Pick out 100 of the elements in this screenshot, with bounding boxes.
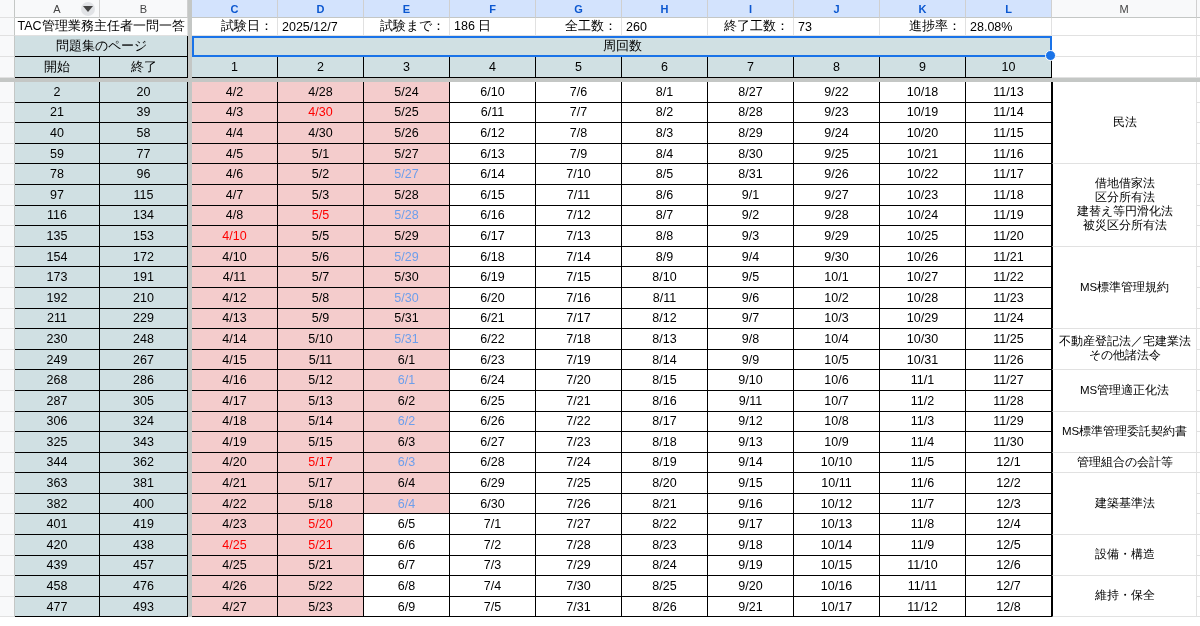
date-cell: 6/20: [450, 287, 536, 309]
header-cell: 4: [450, 57, 536, 78]
row-header[interactable]: [0, 432, 15, 453]
column-header[interactable]: L: [966, 0, 1052, 18]
row-header[interactable]: [0, 329, 15, 350]
column-header[interactable]: H: [622, 0, 708, 18]
row-header[interactable]: [0, 390, 15, 412]
row-header[interactable]: [0, 36, 15, 57]
header-cell: 10: [966, 57, 1052, 78]
row-header[interactable]: [0, 102, 15, 124]
table-cell: 268: [15, 370, 100, 391]
table-cell: 58: [100, 123, 188, 144]
row-header[interactable]: [0, 411, 15, 433]
date-cell: 10/1: [794, 267, 880, 288]
row-header[interactable]: [0, 473, 15, 494]
date-cell: 11/29: [966, 411, 1052, 433]
row-header[interactable]: [0, 18, 15, 36]
date-cell: 5/12: [278, 370, 364, 391]
column-header[interactable]: D: [278, 0, 364, 18]
date-cell: 8/1: [622, 82, 708, 103]
table-cell: 477: [15, 596, 100, 618]
row-header[interactable]: [0, 308, 15, 330]
date-cell: 11/25: [966, 329, 1052, 350]
column-header[interactable]: K: [880, 0, 966, 18]
date-cell: 7/11: [536, 184, 622, 206]
date-cell: 7/16: [536, 287, 622, 309]
column-header[interactable]: C: [192, 0, 278, 18]
row-header[interactable]: [0, 576, 15, 597]
date-cell: 5/25: [364, 102, 450, 124]
date-cell: 5/29: [364, 246, 450, 268]
date-cell: 8/4: [622, 143, 708, 165]
date-cell: 11/9: [880, 535, 966, 556]
date-cell: 10/16: [794, 576, 880, 597]
date-cell: 8/29: [708, 123, 794, 144]
row-header[interactable]: [0, 514, 15, 536]
date-cell: 7/26: [536, 493, 622, 515]
table-cell: 134: [100, 205, 188, 227]
table-cell: 419: [100, 514, 188, 536]
row-header[interactable]: [0, 493, 15, 515]
date-cell: 9/30: [794, 246, 880, 268]
row-header[interactable]: [0, 123, 15, 144]
date-cell: 10/30: [880, 329, 966, 350]
date-cell: 9/27: [794, 184, 880, 206]
column-header[interactable]: E: [364, 0, 450, 18]
header-strip: [1197, 0, 1200, 18]
date-cell: 5/13: [278, 390, 364, 412]
table-cell: 135: [15, 226, 100, 247]
table-cell: 172: [100, 246, 188, 268]
date-cell: 6/29: [450, 473, 536, 494]
column-header[interactable]: A: [15, 0, 100, 18]
date-cell: 6/28: [450, 452, 536, 474]
date-cell: 4/26: [192, 576, 278, 597]
row-header[interactable]: [0, 184, 15, 206]
date-cell: 9/4: [708, 246, 794, 268]
column-header[interactable]: F: [450, 0, 536, 18]
date-cell: 11/17: [966, 164, 1052, 185]
date-cell: 6/19: [450, 267, 536, 288]
row-header[interactable]: [0, 535, 15, 556]
row-header[interactable]: [0, 164, 15, 185]
column-header[interactable]: M: [1052, 0, 1197, 18]
select-all-corner[interactable]: [0, 0, 15, 18]
row-header[interactable]: [0, 82, 15, 103]
row-header[interactable]: [0, 267, 15, 288]
column-header[interactable]: I: [708, 0, 794, 18]
row-header[interactable]: [0, 452, 15, 474]
table-cell: 77: [100, 143, 188, 165]
date-cell: 5/18: [278, 493, 364, 515]
header-cell: 3: [364, 57, 450, 78]
row-header[interactable]: [0, 349, 15, 371]
row-header[interactable]: [0, 226, 15, 247]
column-header[interactable]: J: [794, 0, 880, 18]
column-header[interactable]: B: [100, 0, 188, 18]
dropdown-caret-icon[interactable]: [81, 2, 95, 16]
table-cell: 173: [15, 267, 100, 288]
date-cell: 8/8: [622, 226, 708, 247]
date-cell: 8/3: [622, 123, 708, 144]
row-header[interactable]: [0, 143, 15, 165]
date-cell: 7/2: [450, 535, 536, 556]
date-cell: 7/3: [450, 555, 536, 577]
row-header[interactable]: [0, 596, 15, 618]
date-cell: 4/27: [192, 596, 278, 618]
row-header[interactable]: [0, 555, 15, 577]
date-cell: 12/7: [966, 576, 1052, 597]
date-cell: 10/17: [794, 596, 880, 618]
date-cell: 11/14: [966, 102, 1052, 124]
date-cell: 5/10: [278, 329, 364, 350]
row-header[interactable]: [0, 57, 15, 78]
row-header[interactable]: [0, 246, 15, 268]
date-cell: 4/21: [192, 473, 278, 494]
date-cell: 9/12: [708, 411, 794, 433]
date-cell: 8/14: [622, 349, 708, 371]
date-cell: 4/30: [278, 102, 364, 124]
column-header[interactable]: G: [536, 0, 622, 18]
row-header[interactable]: [0, 370, 15, 391]
date-cell: 8/18: [622, 432, 708, 453]
row-header[interactable]: [0, 205, 15, 227]
date-cell: 5/31: [364, 329, 450, 350]
date-cell: 10/10: [794, 452, 880, 474]
date-cell: 4/22: [192, 493, 278, 515]
row-header[interactable]: [0, 287, 15, 309]
